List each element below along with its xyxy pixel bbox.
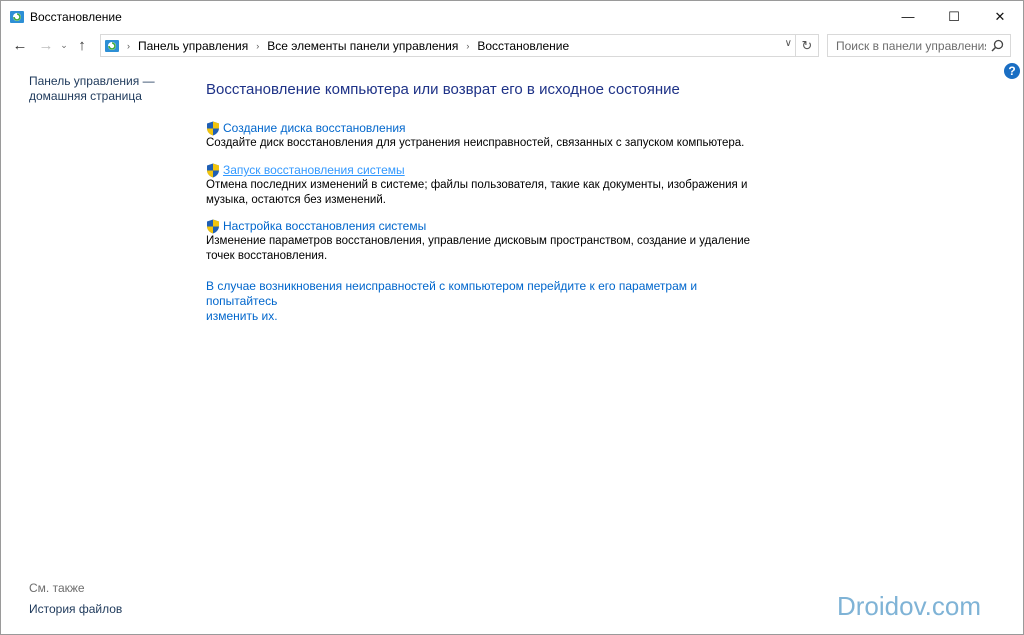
- maximize-button[interactable]: ☐: [931, 1, 977, 32]
- task-label: Создание диска восстановления: [223, 121, 406, 135]
- back-button[interactable]: ←: [9, 35, 31, 57]
- minimize-button[interactable]: —: [885, 1, 931, 32]
- chevron-right-icon[interactable]: ›: [466, 41, 469, 51]
- breadcrumb-all-items[interactable]: Все элементы панели управления: [267, 39, 458, 53]
- address-dropdown-icon[interactable]: ∨: [785, 38, 792, 49]
- recovery-window: Восстановление — ☐ ✕ ← → ⌄ ↑ › Панель уп…: [0, 0, 1024, 635]
- breadcrumb-control-panel[interactable]: Панель управления: [138, 39, 248, 53]
- up-button[interactable]: ↑: [71, 35, 93, 57]
- watermark: Droidov.com: [837, 591, 982, 621]
- uac-shield-icon: [207, 219, 219, 233]
- recent-locations-button[interactable]: ⌄: [57, 35, 71, 57]
- left-pane: Панель управления — домашняя страница: [29, 74, 179, 104]
- task-label: Запуск восстановления системы: [223, 163, 405, 177]
- control-panel-icon: [105, 39, 119, 52]
- run-system-restore-link[interactable]: Запуск восстановления системы: [206, 162, 766, 178]
- page-title: Восстановление компьютера или возврат ег…: [206, 81, 680, 98]
- address-bar[interactable]: › Панель управления › Все элементы панел…: [100, 34, 819, 57]
- window-controls: — ☐ ✕: [885, 1, 1023, 32]
- task-configure-system-restore: Настройка восстановления системы Изменен…: [206, 218, 766, 264]
- task-description-line2: музыка, остаются без изменений.: [206, 194, 386, 206]
- title-bar: Восстановление — ☐ ✕: [1, 1, 1023, 32]
- task-label: Настройка восстановления системы: [223, 219, 427, 233]
- search-box[interactable]: [827, 34, 1011, 57]
- task-create-recovery-drive: Создание диска восстановления Создайте д…: [206, 120, 766, 151]
- chevron-right-icon: ›: [127, 40, 130, 51]
- navigation-bar: ← → ⌄ ↑ › Панель управления › Все элемен…: [1, 32, 1023, 59]
- recovery-app-icon: [10, 10, 24, 23]
- refresh-button[interactable]: ↻: [795, 35, 818, 56]
- chevron-right-icon[interactable]: ›: [256, 41, 259, 51]
- home-link-line1: Панель управления —: [29, 74, 155, 88]
- close-button[interactable]: ✕: [977, 1, 1023, 32]
- main-content: Восстановление компьютера или возврат ег…: [206, 80, 766, 323]
- home-link-line2: домашняя страница: [29, 89, 142, 103]
- see-also-heading: См. также: [29, 581, 85, 595]
- configure-system-restore-link[interactable]: Настройка восстановления системы: [206, 218, 766, 234]
- forward-button[interactable]: →: [35, 35, 57, 57]
- trouble-link-line1: В случае возникновения неисправностей с …: [206, 279, 698, 308]
- search-input[interactable]: [834, 37, 988, 54]
- uac-shield-icon: [207, 163, 219, 177]
- task-description-line1: Отмена последних изменений в системе; фа…: [206, 179, 748, 191]
- control-panel-home-link[interactable]: Панель управления — домашняя страница: [29, 74, 179, 104]
- window-title: Восстановление: [30, 9, 122, 24]
- uac-shield-icon: [207, 121, 219, 135]
- task-description-line1: Изменение параметров восстановления, упр…: [206, 235, 751, 247]
- help-button[interactable]: ?: [1004, 63, 1020, 79]
- search-icon[interactable]: [991, 39, 1004, 52]
- create-recovery-drive-link[interactable]: Создание диска восстановления: [206, 120, 766, 136]
- file-history-link[interactable]: История файлов: [29, 602, 122, 616]
- task-description: Создайте диск восстановления для устране…: [206, 137, 745, 149]
- trouble-link-line2: изменить их.: [206, 309, 278, 323]
- troubleshoot-settings-link[interactable]: В случае возникновения неисправностей с …: [206, 279, 746, 324]
- task-description-line2: точек восстановления.: [206, 250, 328, 262]
- task-run-system-restore: Запуск восстановления системы Отмена пос…: [206, 162, 766, 208]
- breadcrumb-recovery[interactable]: Восстановление: [477, 39, 569, 53]
